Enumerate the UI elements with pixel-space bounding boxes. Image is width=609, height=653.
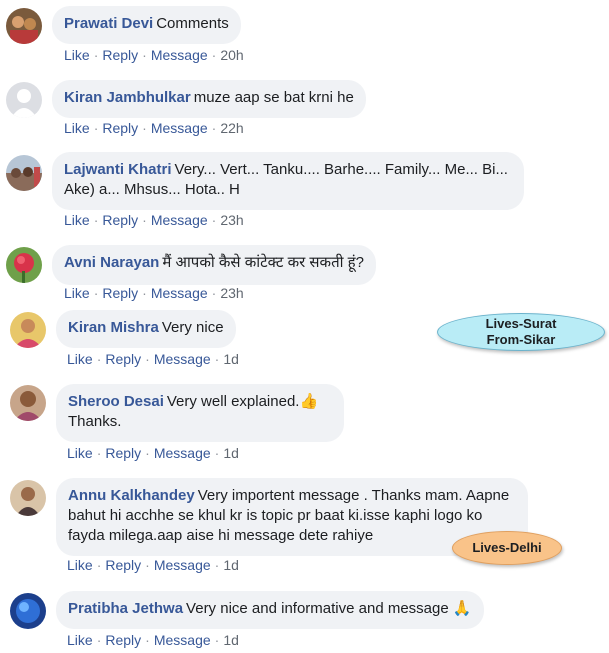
comment-timestamp[interactable]: 1d [223,351,239,367]
comment-bubble: Sheroo Desai Very well explained.👍 Thanks… [56,384,344,442]
comment-actions: Like · Reply · Message · 20h [64,47,244,63]
comment-actions: Like · Reply · Message · 1d [67,351,239,367]
comment-actions: Like · Reply · Message · 23h [64,212,244,228]
comment-author[interactable]: Kiran Mishra [68,319,159,336]
message-link[interactable]: Message [154,351,211,367]
avatar[interactable] [10,312,46,348]
comment-timestamp[interactable]: 20h [220,47,243,63]
comment-text: Comments [156,15,229,32]
comment-actions: Like · Reply · Message · 22h [64,120,244,136]
reply-link[interactable]: Reply [105,445,141,461]
like-link[interactable]: Like [64,47,90,63]
like-link[interactable]: Like [67,632,93,648]
message-link[interactable]: Message [154,632,211,648]
comment-text: muze aap se bat krni he [193,89,354,106]
avatar[interactable] [6,247,42,283]
reply-link[interactable]: Reply [102,120,138,136]
comment-author[interactable]: Avni Narayan [64,254,159,271]
comment-text: Very nice and informative and message 🙏 [186,600,472,617]
like-link[interactable]: Like [64,120,90,136]
comment-bubble: Lajwanti Khatri Very... Vert... Tanku....… [52,152,524,210]
message-link[interactable]: Message [151,285,208,301]
comment-actions: Like · Reply · Message · 23h [64,285,244,301]
comment-author[interactable]: Lajwanti Khatri [64,161,172,178]
reply-link[interactable]: Reply [102,47,138,63]
reply-link[interactable]: Reply [105,351,141,367]
comment-author[interactable]: Kiran Jambhulkar [64,89,191,106]
like-link[interactable]: Like [67,445,93,461]
comment-text: Very nice [161,319,224,336]
comment-timestamp[interactable]: 23h [220,212,243,228]
comment-timestamp[interactable]: 1d [223,557,239,573]
comment-actions: Like · Reply · Message · 1d [67,632,239,648]
comment-bubble: Avni Narayan मैं आपको कैसे कांटेक्ट कर सक… [52,245,376,285]
comment-timestamp[interactable]: 1d [223,632,239,648]
comment-actions: Like · Reply · Message · 1d [67,445,239,461]
comment-bubble: Prawati Devi Comments [52,6,241,44]
comment-author[interactable]: Annu Kalkhandey [68,487,195,504]
comment-author[interactable]: Prawati Devi [64,15,153,32]
message-link[interactable]: Message [151,212,208,228]
annotation-line1: Lives-Surat [485,316,557,331]
comment-author[interactable]: Pratibha Jethwa [68,600,183,617]
like-link[interactable]: Like [64,285,90,301]
reply-link[interactable]: Reply [105,632,141,648]
reply-link[interactable]: Reply [102,285,138,301]
comment-author[interactable]: Sheroo Desai [68,393,164,410]
comment-actions: Like · Reply · Message · 1d [67,557,239,573]
avatar[interactable] [6,8,42,44]
comment-bubble: Kiran Mishra Very nice [56,310,236,348]
reply-link[interactable]: Reply [105,557,141,573]
avatar[interactable] [6,155,42,191]
annotation-line2: From-Sikar [486,332,556,347]
avatar[interactable] [10,385,46,421]
like-link[interactable]: Like [67,557,93,573]
comment-timestamp[interactable]: 23h [220,285,243,301]
message-link[interactable]: Message [154,557,211,573]
avatar[interactable] [10,593,46,629]
comment-text: मैं आपको कैसे कांटेक्ट कर सकती हूं? [162,254,364,271]
message-link[interactable]: Message [154,445,211,461]
annotation-lives-surat: Lives-Surat From-Sikar [437,313,605,351]
message-link[interactable]: Message [151,120,208,136]
reply-link[interactable]: Reply [102,212,138,228]
message-link[interactable]: Message [151,47,208,63]
comment-timestamp[interactable]: 1d [223,445,239,461]
like-link[interactable]: Like [64,212,90,228]
annotation-lives-delhi: Lives-Delhi [452,531,562,565]
like-link[interactable]: Like [67,351,93,367]
comment-bubble: Kiran Jambhulkar muze aap se bat krni he [52,80,366,118]
comment-bubble: Pratibha Jethwa Very nice and informative… [56,591,484,629]
annotation-text: Lives-Delhi [472,540,542,555]
comment-timestamp[interactable]: 22h [220,120,243,136]
avatar[interactable] [10,480,46,516]
avatar[interactable] [6,82,42,118]
